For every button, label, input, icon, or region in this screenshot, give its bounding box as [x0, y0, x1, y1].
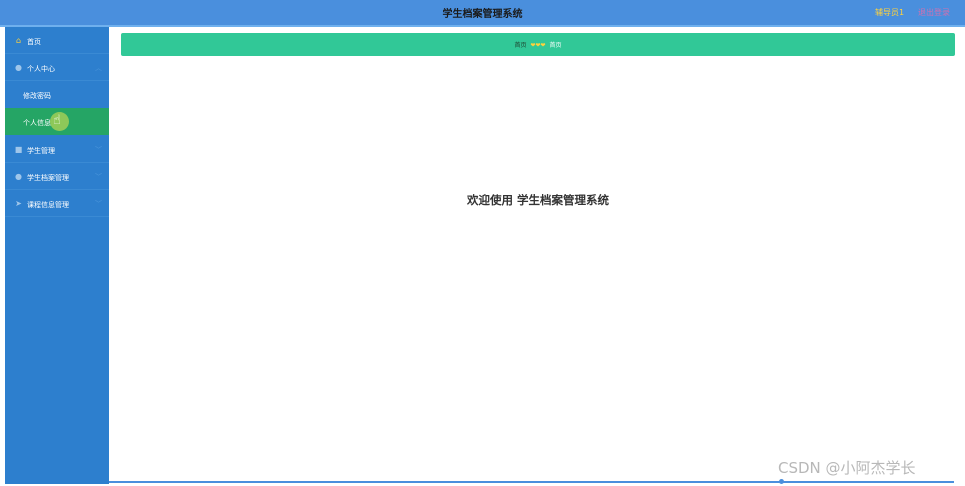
sidebar-item-personal-center[interactable]: ● 个人中心 ︿: [5, 54, 109, 81]
sidebar-item-label: 学生档案管理: [27, 174, 69, 182]
sidebar-item-course-info[interactable]: ➤ 课程信息管理 ﹀: [5, 190, 109, 217]
user-name: 辅导员1: [875, 8, 905, 17]
hand-pointer-icon: ☝: [53, 113, 61, 128]
sidebar-item-change-password[interactable]: 修改密码: [5, 81, 109, 108]
logout-link[interactable]: 退出登录: [918, 7, 950, 18]
sidebar-item-label: 课程信息管理: [27, 201, 69, 209]
watermark: CSDN @小阿杰学长: [778, 459, 916, 477]
sidebar-item-home[interactable]: ⌂ 首页: [5, 27, 109, 54]
user-icon: ●: [15, 172, 22, 181]
sidebar-item-label: 修改密码: [23, 92, 51, 100]
sidebar-item-label: 首页: [27, 38, 41, 46]
welcome-text: 欢迎使用 学生档案管理系统: [466, 193, 609, 207]
breadcrumb-current: 首页: [549, 42, 562, 49]
send-icon: ➤: [15, 199, 22, 208]
sidebar-item-student-management[interactable]: ■ 学生管理 ﹀: [5, 136, 109, 163]
sidebar-item-label: 学生管理: [27, 147, 55, 155]
bottom-scroll-track: [109, 481, 954, 483]
chevron-down-icon: ﹀: [95, 173, 102, 181]
sidebar: ⌂ 首页 ● 个人中心 ︿ 修改密码 个人信息 ■ 学生管理 ﹀ ● 学生档案管…: [5, 27, 109, 484]
mouse-cursor: ☝: [50, 112, 69, 131]
chevron-down-icon: ﹀: [95, 146, 102, 154]
home-icon: ⌂: [15, 36, 22, 45]
breadcrumb: 首页 ❤❤❤ 首页: [121, 40, 955, 49]
scroll-thumb[interactable]: [779, 479, 784, 484]
heart-separator-icon: ❤❤❤: [530, 42, 546, 49]
sidebar-item-student-archive[interactable]: ● 学生档案管理 ﹀: [5, 163, 109, 190]
breadcrumb-bar: 首页 ❤❤❤ 首页: [121, 33, 955, 56]
student-icon: ■: [14, 145, 23, 154]
sidebar-item-label: 个人中心: [27, 65, 55, 73]
breadcrumb-home[interactable]: 首页: [514, 42, 526, 49]
top-header: 学生档案管理系统 辅导员1 退出登录: [0, 0, 965, 27]
app-title: 学生档案管理系统: [442, 9, 523, 20]
chevron-up-icon: ︿: [95, 64, 102, 72]
sidebar-item-label: 个人信息: [23, 119, 51, 127]
chevron-down-icon: ﹀: [95, 200, 102, 208]
user-icon: ●: [15, 63, 22, 72]
